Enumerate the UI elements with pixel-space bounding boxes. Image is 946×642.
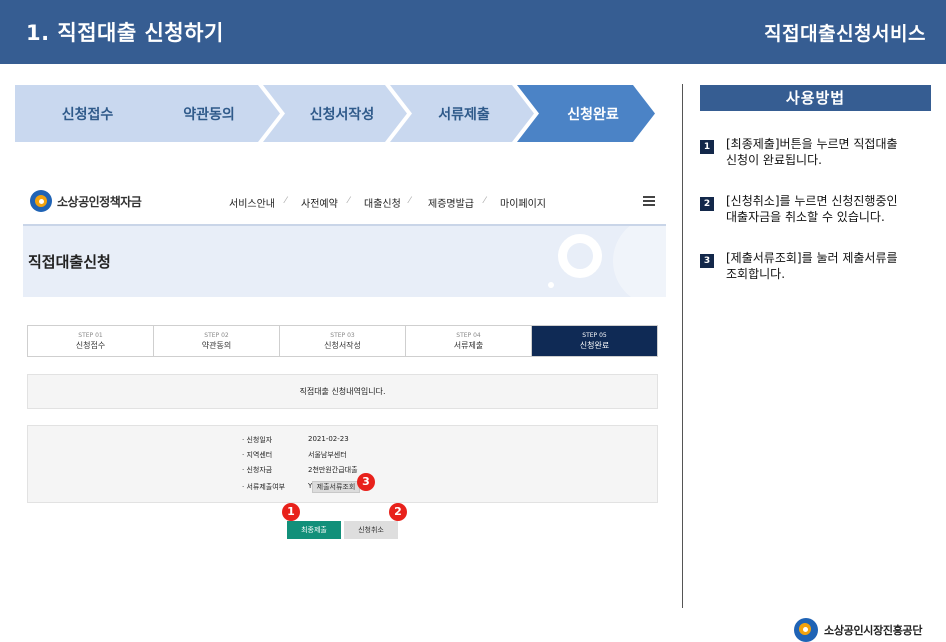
process-step-3: 신청서작성 (263, 85, 407, 142)
info-value-fund: 2천만원간급대출 (308, 466, 358, 474)
decorative-circle (613, 226, 666, 297)
process-step-label: 약관동의 (183, 106, 235, 123)
site-step-indicator: STEP 01 신청접수 STEP 02 약관동의 STEP 03 신청서작성 … (27, 325, 658, 357)
site-hero-title: 직접대출신청 (28, 253, 111, 271)
service-name: 직접대출신청서비스 (764, 23, 926, 45)
final-submit-button[interactable]: 최종제출 (287, 521, 341, 539)
info-value-center: 서울남부센터 (308, 451, 347, 459)
usage-number-badge: 1 (700, 140, 714, 154)
nav-separator: ⁄ (409, 196, 411, 206)
site-step-number: STEP 05 (582, 332, 607, 339)
process-step-2: 약관동의 (136, 85, 280, 142)
hamburger-menu-icon[interactable] (643, 196, 655, 206)
footer-org-name: 소상공인시장진흥공단 (824, 624, 923, 637)
callout-marker-3: 3 (357, 473, 375, 491)
process-step-label: 신청서작성 (309, 106, 375, 123)
info-label-date: · 신청일자 (242, 436, 273, 444)
site-step-number: STEP 04 (456, 332, 481, 339)
info-label-fund: · 신청자금 (242, 466, 273, 474)
process-step-label: 신청완료 (567, 106, 619, 123)
application-info-box: · 신청일자 2021-02-23 · 지역센터 서울남부센터 · 신청자금 2… (27, 425, 658, 503)
nav-item-mypage[interactable]: 마이페이지 (500, 195, 546, 210)
cancel-application-button[interactable]: 신청취소 (344, 521, 398, 539)
page-title: 1. 직접대출 신청하기 (26, 21, 224, 45)
nav-item-certificates[interactable]: 제증명발급 (428, 195, 474, 210)
site-step-name: 서류제출 (453, 341, 484, 350)
site-step-5-active: STEP 05 신청완료 (532, 326, 657, 356)
nav-separator: ⁄ (484, 196, 486, 206)
site-logo-text: 소상공인정책자금 (57, 194, 142, 209)
site-step-name: 신청접수 (75, 341, 106, 350)
nav-item-service-info[interactable]: 서비스안내 (229, 195, 275, 210)
site-step-2: STEP 02 약관동의 (154, 326, 280, 356)
usage-text: [신청취소]를 누르면 신청진행중인 대출자금을 취소할 수 있습니다. (726, 194, 898, 224)
usage-title: 사용방법 (700, 85, 931, 111)
footer-logo: 소상공인시장진흥공단 (794, 618, 923, 642)
panel-divider (682, 84, 683, 608)
site-step-number: STEP 02 (204, 332, 229, 339)
decorative-dot (548, 282, 554, 288)
site-hero-banner: 직접대출신청 (23, 224, 666, 297)
site-step-name: 신청서작성 (324, 341, 361, 350)
process-step-4: 서류제출 (390, 85, 534, 142)
decorative-ring (558, 234, 602, 278)
usage-number-badge: 3 (700, 254, 714, 268)
info-label-center: · 지역센터 (242, 451, 273, 459)
site-step-4: STEP 04 서류제출 (406, 326, 532, 356)
usage-number-badge: 2 (700, 197, 714, 211)
nav-item-pre-booking[interactable]: 사전예약 (301, 195, 338, 210)
nav-item-loan-apply[interactable]: 대출신청 (364, 195, 401, 210)
usage-text: [제출서류조회]를 눌러 제출서류를 조회합니다. (726, 251, 898, 281)
page-header: 1. 직접대출 신청하기 직접대출신청서비스 (0, 0, 946, 64)
process-step-label: 신청접수 (61, 106, 114, 123)
info-value-date: 2021-02-23 (308, 435, 349, 443)
process-step-5-active: 신청완료 (517, 85, 655, 142)
site-logo[interactable]: 소상공인정책자금 (30, 190, 142, 212)
site-step-number: STEP 01 (78, 332, 103, 339)
logo-icon (30, 190, 52, 212)
usage-text: [최종제출]버튼을 누르면 직접대출 신청이 완료됩니다. (726, 137, 898, 167)
site-step-name: 신청완료 (579, 341, 610, 350)
nav-separator: ⁄ (348, 196, 350, 206)
view-documents-button[interactable]: 제출서류조회 (312, 481, 360, 493)
info-label-docs: · 서류제출여부 (242, 483, 286, 491)
site-step-3: STEP 03 신청서작성 (280, 326, 406, 356)
process-step-label: 서류제출 (438, 106, 490, 123)
callout-marker-2: 2 (389, 503, 407, 521)
site-step-number: STEP 03 (330, 332, 355, 339)
site-step-name: 약관동의 (201, 341, 232, 350)
logo-icon (794, 618, 818, 642)
site-step-1: STEP 01 신청접수 (28, 326, 154, 356)
callout-marker-1: 1 (282, 503, 300, 521)
nav-separator: ⁄ (285, 196, 287, 206)
application-notice: 직접대출 신청내역입니다. (27, 374, 658, 409)
